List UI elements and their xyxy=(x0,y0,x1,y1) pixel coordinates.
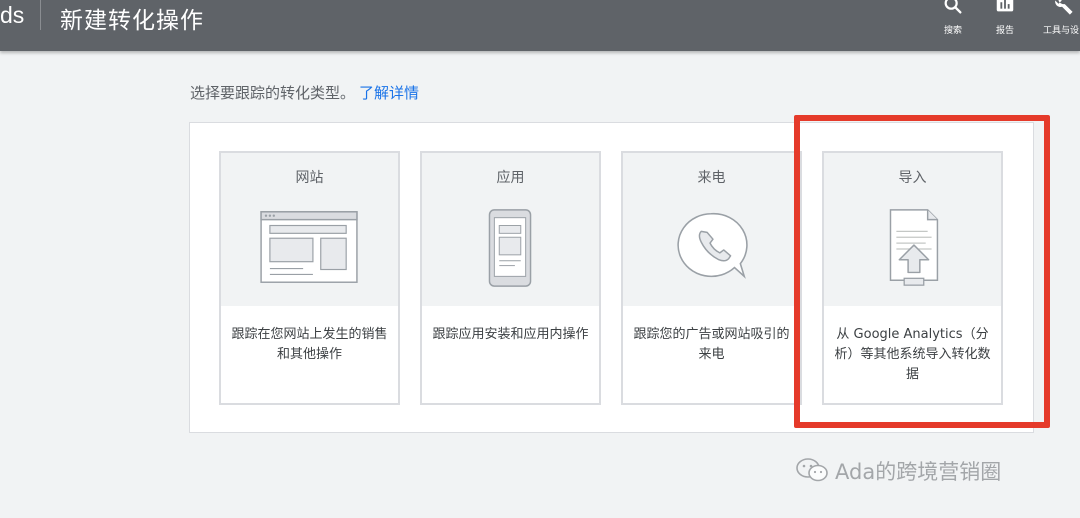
page-title: 新建转化操作 xyxy=(60,8,204,34)
card-app-description: 跟踪应用安装和应用内操作 xyxy=(432,327,589,342)
card-website-title: 网站 xyxy=(295,170,324,186)
website-icon xyxy=(260,211,358,283)
search-icon xyxy=(944,0,962,14)
search-label: 搜索 xyxy=(943,26,962,36)
card-phone-calls-description: 跟踪您的广告或网站吸引的来电 xyxy=(633,327,790,362)
reports-button[interactable]: 报告 xyxy=(975,0,1035,44)
top-app-bar: ds 新建转化操作 搜索 报告 工具与设 xyxy=(0,0,1080,51)
topbar-divider xyxy=(40,0,41,30)
card-website-header: 网站 xyxy=(221,153,398,306)
annotation-highlight-box xyxy=(794,115,1050,428)
bar-chart-icon xyxy=(996,0,1014,12)
tools-settings-button[interactable]: 工具与设 xyxy=(1030,0,1080,44)
mobile-app-icon xyxy=(488,209,532,287)
card-app-header: 应用 xyxy=(422,153,599,306)
card-app[interactable]: 应用 跟踪应用安装和应用内操作 xyxy=(420,151,601,405)
wrench-icon xyxy=(1055,0,1073,15)
card-phone-calls[interactable]: 来电 跟踪您的广告或网站吸引的来电 xyxy=(621,151,802,405)
conversion-type-prompt: 选择要跟踪的转化类型。 了解详情 xyxy=(190,82,419,103)
watermark-text: Ada的跨境营销圈 xyxy=(835,460,1002,484)
tools-settings-label: 工具与设 xyxy=(1043,26,1080,36)
card-website-description: 跟踪在您网站上发生的销售和其他操作 xyxy=(231,327,388,362)
watermark: Ada的跨境营销圈 xyxy=(795,456,1001,486)
search-button[interactable]: 搜索 xyxy=(923,0,983,44)
card-phone-calls-title: 来电 xyxy=(697,170,726,186)
learn-more-link[interactable]: 了解详情 xyxy=(359,84,419,102)
brand-logo-text[interactable]: ds xyxy=(0,2,24,29)
card-website[interactable]: 网站 跟踪在您网站上发生的销售和其他操作 xyxy=(219,151,400,405)
card-app-title: 应用 xyxy=(496,170,525,186)
intro-text: 选择要跟踪的转化类型。 xyxy=(190,84,356,102)
card-phone-calls-header: 来电 xyxy=(623,153,800,306)
phone-call-icon xyxy=(677,212,748,279)
reports-label: 报告 xyxy=(995,26,1014,36)
wechat-icon xyxy=(796,458,828,482)
